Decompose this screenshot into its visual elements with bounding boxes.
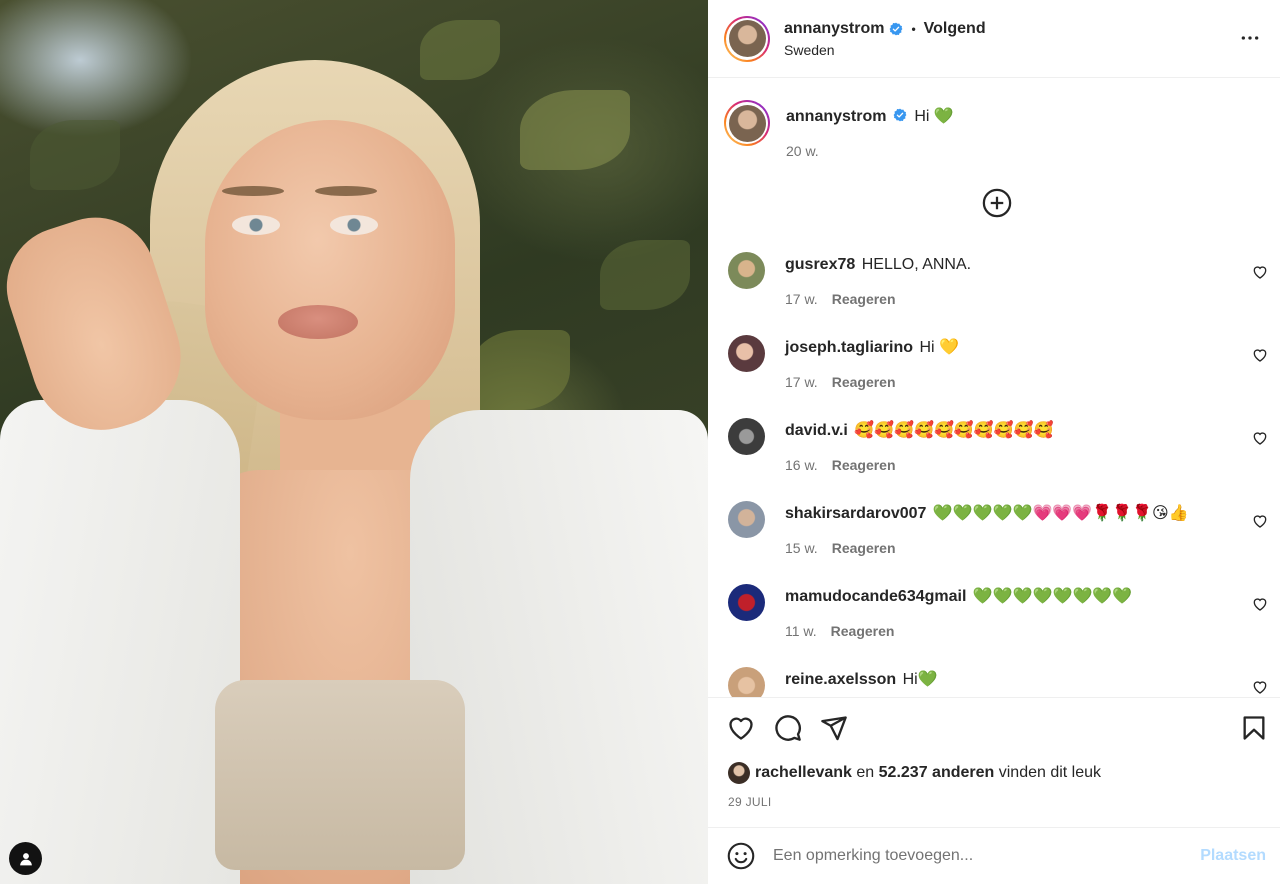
caption-avatar-image [728, 104, 766, 142]
reply-button[interactable]: Reageren [832, 457, 896, 473]
photo-leaf [30, 120, 120, 190]
comment-text: Hi💚 [902, 671, 938, 688]
commenter-avatar[interactable] [728, 418, 765, 455]
comment-time[interactable]: 17 w. [785, 291, 818, 307]
heart-icon[interactable] [1252, 679, 1268, 695]
photo-leaf [520, 90, 630, 170]
comment-text: Hi 💛 [919, 339, 959, 356]
verified-icon [893, 108, 907, 122]
reply-button[interactable]: Reageren [832, 540, 896, 556]
photo-brow [315, 186, 377, 196]
heart-icon[interactable] [1252, 347, 1268, 363]
comment-text: 💚💚💚💚💚💚💚💚 [972, 588, 1133, 605]
liker-avatar[interactable] [728, 762, 750, 784]
comments-list[interactable]: annanystrom Hi 💚 20 w. gusrex78 HELLO, A… [708, 78, 1280, 697]
add-circle-icon[interactable] [982, 188, 1012, 218]
photo-leaf [420, 20, 500, 80]
photo-top [215, 680, 465, 870]
comment-row: gusrex78 HELLO, ANNA. 17 w. Reageren [728, 252, 1268, 307]
post-location[interactable]: Sweden [784, 42, 986, 58]
bookmark-icon[interactable] [1240, 714, 1268, 742]
photo-eye [330, 215, 378, 235]
likes-count[interactable]: 52.237 anderen [879, 764, 995, 782]
post-photo[interactable] [0, 0, 708, 884]
header-separator: • [911, 21, 916, 36]
commenter-avatar[interactable] [728, 584, 765, 621]
heart-icon[interactable] [1252, 513, 1268, 529]
comment-time[interactable]: 11 w. [785, 623, 817, 639]
post-date[interactable]: 29 JULI [728, 795, 771, 809]
caption-time[interactable]: 20 w. [786, 143, 819, 159]
liker-username[interactable]: rachellevank [755, 764, 852, 782]
comment-text: 🥰🥰🥰🥰🥰🥰🥰🥰🥰🥰 [854, 422, 1054, 439]
reply-button[interactable]: Reageren [832, 291, 896, 307]
owner-avatar[interactable] [724, 15, 770, 62]
post-comment-button[interactable]: Plaatsen [1200, 847, 1266, 865]
photo-face [205, 120, 455, 420]
comment-time[interactable]: 16 w. [785, 457, 818, 473]
likes-summary: rachellevank en 52.237 anderen vinden di… [728, 762, 1101, 784]
comment-icon[interactable] [774, 714, 802, 742]
comment-row: david.v.i 🥰🥰🥰🥰🥰🥰🥰🥰🥰🥰 16 w. Reageren [728, 418, 1268, 473]
comment-row: mamudocande634gmail 💚💚💚💚💚💚💚💚 11 w. Reager… [728, 584, 1268, 639]
comment-username[interactable]: joseph.tagliarino [785, 339, 913, 356]
share-icon[interactable] [820, 714, 848, 742]
comment-text: HELLO, ANNA. [861, 256, 972, 273]
photo-leaf [470, 330, 570, 410]
comment-username[interactable]: shakirsardarov007 [785, 505, 926, 522]
verified-icon [889, 22, 903, 36]
add-comment-bar: Plaatsen [708, 827, 1280, 884]
comment-row: joseph.tagliarino Hi 💛 17 w. Reageren [728, 335, 1268, 390]
caption: annanystrom Hi 💚 20 w. [724, 100, 954, 159]
photo-leaf [600, 240, 690, 310]
reply-button[interactable]: Reageren [832, 374, 896, 390]
comment-row: shakirsardarov007 💚💚💚💚💚💗💗💗🌹🌹🌹😘👍 15 w. Rea… [728, 501, 1268, 556]
following-button[interactable]: Volgend [924, 20, 986, 38]
commenter-avatar[interactable] [728, 335, 765, 372]
likes-suffix: vinden dit leuk [998, 764, 1102, 781]
commenter-avatar[interactable] [728, 252, 765, 289]
comment-text: 💚💚💚💚💚💗💗💗🌹🌹🌹😘👍 [932, 505, 1189, 522]
owner-avatar-image [728, 20, 766, 57]
commenter-avatar[interactable] [728, 501, 765, 538]
photo-shirt-left [0, 400, 240, 884]
commenter-avatar[interactable] [728, 667, 765, 697]
more-icon[interactable] [1238, 28, 1262, 48]
heart-icon[interactable] [1252, 264, 1268, 280]
comment-username[interactable]: reine.axelsson [785, 671, 896, 688]
post-header: annanystrom • Volgend Sweden [708, 0, 1280, 78]
caption-username[interactable]: annanystrom [786, 108, 886, 125]
reply-button[interactable]: Reageren [831, 623, 895, 639]
heart-icon[interactable] [727, 714, 755, 742]
post-panel: annanystrom • Volgend Sweden annanystrom [708, 0, 1280, 884]
user-tag-button[interactable] [9, 842, 42, 875]
heart-icon[interactable] [1252, 430, 1268, 446]
owner-username[interactable]: annanystrom [784, 20, 884, 38]
caption-avatar[interactable] [724, 100, 770, 146]
heart-icon[interactable] [1252, 596, 1268, 612]
photo-lips [278, 305, 358, 339]
comment-username[interactable]: mamudocande634gmail [785, 588, 966, 605]
emoji-icon[interactable] [727, 842, 755, 870]
comment-username[interactable]: gusrex78 [785, 256, 855, 273]
photo-eye [232, 215, 280, 235]
comment-input[interactable] [773, 847, 1173, 865]
likes-connector: en [856, 764, 875, 781]
comment-time[interactable]: 17 w. [785, 374, 818, 390]
comment-username[interactable]: david.v.i [785, 422, 848, 439]
comment-time[interactable]: 15 w. [785, 540, 818, 556]
caption-text: Hi 💚 [914, 108, 954, 125]
post-actions: rachellevank en 52.237 anderen vinden di… [708, 697, 1280, 827]
user-tag-icon [19, 852, 32, 865]
comment-row: reine.axelsson Hi💚 [728, 667, 1268, 697]
photo-brow [222, 186, 284, 196]
